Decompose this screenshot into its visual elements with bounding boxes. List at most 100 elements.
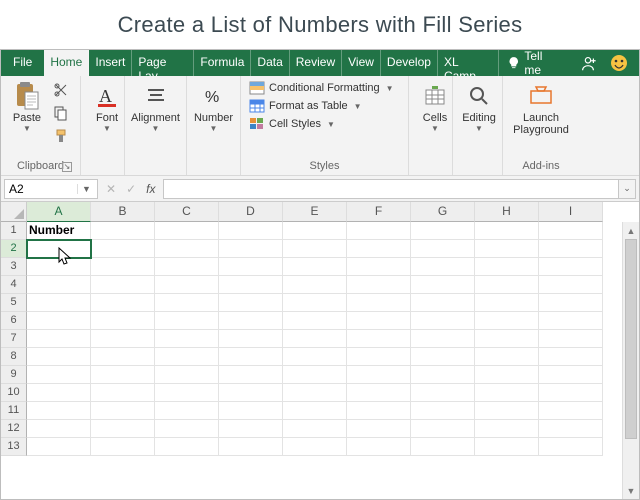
dialog-launcher-icon[interactable]: ↘ <box>62 162 72 172</box>
copy-button[interactable] <box>51 103 71 123</box>
cancel-icon[interactable]: ✕ <box>106 182 116 196</box>
cell[interactable] <box>283 312 347 330</box>
cell[interactable] <box>27 312 91 330</box>
cell[interactable] <box>27 276 91 294</box>
cell[interactable] <box>91 438 155 456</box>
smiley-icon[interactable] <box>609 53 629 73</box>
column-header[interactable]: A <box>27 202 91 222</box>
cell[interactable] <box>411 294 475 312</box>
cell[interactable] <box>411 384 475 402</box>
cell[interactable] <box>475 348 539 366</box>
tab-developer[interactable]: Develop <box>381 50 438 76</box>
cell[interactable] <box>347 276 411 294</box>
cell[interactable] <box>347 258 411 276</box>
cell[interactable] <box>155 420 219 438</box>
cell[interactable] <box>91 366 155 384</box>
cell[interactable] <box>475 330 539 348</box>
enter-icon[interactable]: ✓ <box>126 182 136 196</box>
cell[interactable] <box>539 330 603 348</box>
cell[interactable] <box>475 420 539 438</box>
cell[interactable] <box>91 420 155 438</box>
cell[interactable] <box>27 366 91 384</box>
cell[interactable] <box>27 402 91 420</box>
cell[interactable] <box>411 438 475 456</box>
column-header[interactable]: C <box>155 202 219 222</box>
scroll-thumb[interactable] <box>625 239 637 439</box>
row-header[interactable]: 10 <box>1 384 27 402</box>
cell[interactable] <box>283 438 347 456</box>
cell[interactable] <box>475 384 539 402</box>
tell-me-search[interactable]: Tell me <box>499 50 569 76</box>
row-header[interactable]: 7 <box>1 330 27 348</box>
cell[interactable] <box>155 402 219 420</box>
cell[interactable] <box>539 420 603 438</box>
cell[interactable] <box>347 420 411 438</box>
cell[interactable] <box>219 330 283 348</box>
tab-view[interactable]: View <box>342 50 381 76</box>
cell[interactable] <box>219 312 283 330</box>
cell[interactable] <box>155 330 219 348</box>
cell[interactable] <box>27 240 91 258</box>
cell[interactable] <box>283 222 347 240</box>
cell[interactable] <box>219 366 283 384</box>
cell[interactable] <box>411 258 475 276</box>
cell[interactable] <box>411 276 475 294</box>
column-header[interactable]: I <box>539 202 603 222</box>
cell[interactable] <box>27 330 91 348</box>
cell[interactable] <box>411 312 475 330</box>
cell[interactable] <box>91 222 155 240</box>
scroll-down-icon[interactable]: ▼ <box>623 482 639 499</box>
cell[interactable] <box>91 384 155 402</box>
cell[interactable] <box>539 348 603 366</box>
column-header[interactable]: F <box>347 202 411 222</box>
row-header[interactable]: 6 <box>1 312 27 330</box>
cell[interactable] <box>539 438 603 456</box>
cell[interactable] <box>347 222 411 240</box>
cell[interactable] <box>155 384 219 402</box>
cell[interactable] <box>539 258 603 276</box>
cell[interactable] <box>539 222 603 240</box>
cell[interactable] <box>27 384 91 402</box>
cell[interactable] <box>539 240 603 258</box>
cell[interactable] <box>475 294 539 312</box>
cell[interactable] <box>539 312 603 330</box>
cell[interactable] <box>411 420 475 438</box>
tab-formulas[interactable]: Formula <box>194 50 251 76</box>
cell-styles-button[interactable]: Cell Styles ▼ <box>247 116 396 132</box>
cell[interactable] <box>283 240 347 258</box>
cell[interactable] <box>539 402 603 420</box>
cell[interactable] <box>27 420 91 438</box>
row-header[interactable]: 2 <box>1 240 27 258</box>
cell[interactable] <box>155 240 219 258</box>
column-header[interactable]: E <box>283 202 347 222</box>
cell[interactable] <box>27 438 91 456</box>
cell[interactable] <box>283 294 347 312</box>
name-box[interactable] <box>5 180 77 198</box>
row-header[interactable]: 1 <box>1 222 27 240</box>
cell[interactable] <box>347 384 411 402</box>
conditional-formatting-button[interactable]: Conditional Formatting ▼ <box>247 80 396 96</box>
paste-button[interactable]: Paste ▼ <box>7 80 47 135</box>
row-header[interactable]: 11 <box>1 402 27 420</box>
select-all-corner[interactable] <box>1 202 27 222</box>
cell[interactable] <box>475 366 539 384</box>
cell[interactable] <box>283 276 347 294</box>
cell[interactable] <box>27 294 91 312</box>
font-button[interactable]: A Font ▼ <box>87 80 127 135</box>
cell[interactable] <box>283 402 347 420</box>
cell[interactable] <box>347 330 411 348</box>
cell[interactable] <box>91 348 155 366</box>
alignment-button[interactable]: Alignment ▼ <box>131 80 180 135</box>
cell[interactable] <box>155 222 219 240</box>
cell[interactable] <box>539 366 603 384</box>
cell[interactable] <box>283 420 347 438</box>
cell[interactable] <box>283 348 347 366</box>
tab-home[interactable]: Home <box>44 50 89 76</box>
column-header[interactable]: B <box>91 202 155 222</box>
cell[interactable] <box>283 366 347 384</box>
cell[interactable] <box>411 240 475 258</box>
row-header[interactable]: 5 <box>1 294 27 312</box>
cell[interactable] <box>539 276 603 294</box>
tab-file[interactable]: File <box>1 50 44 76</box>
row-header[interactable]: 4 <box>1 276 27 294</box>
